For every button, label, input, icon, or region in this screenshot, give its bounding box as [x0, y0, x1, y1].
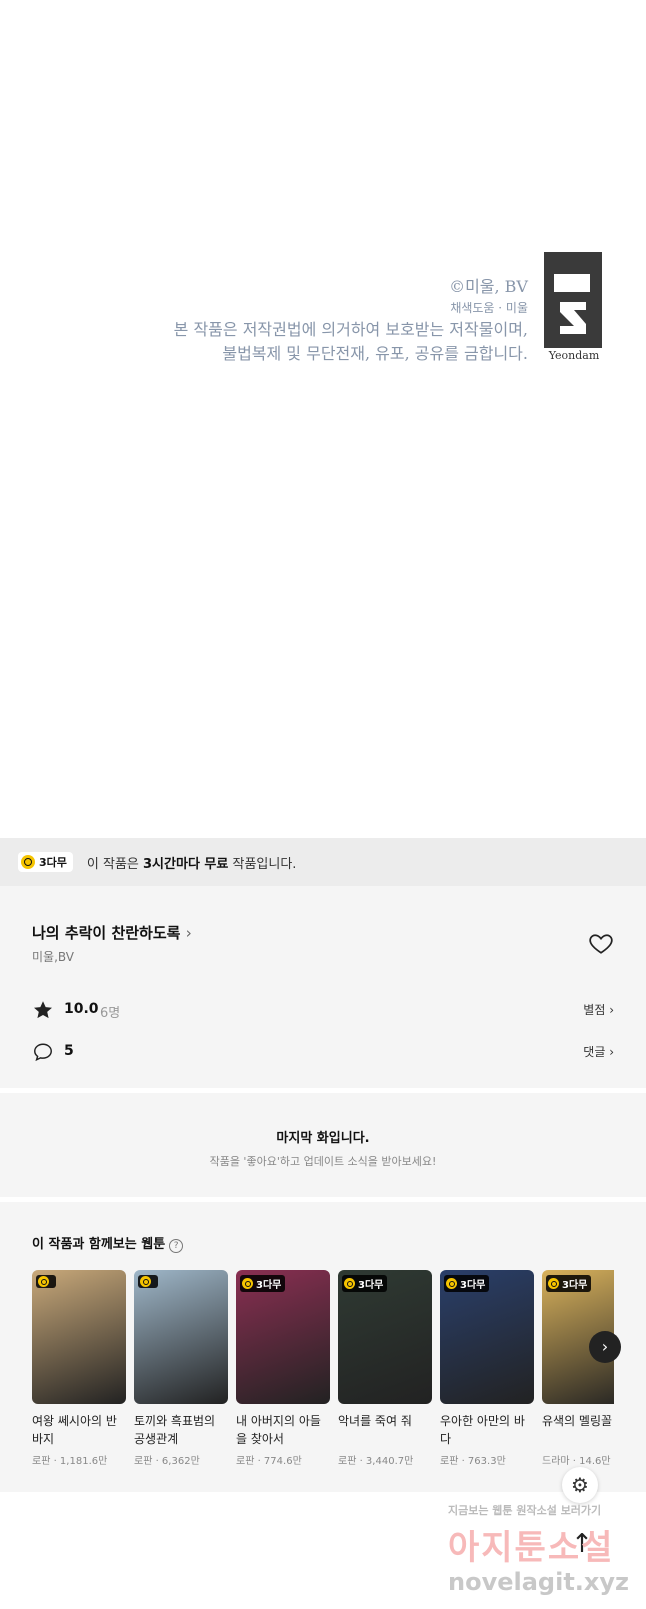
- free-badge: 3다무: [18, 852, 73, 872]
- recommendation-card[interactable]: 토끼와 흑표범의 공생관계로판 · 6,362만: [134, 1270, 228, 1467]
- notice-line-2: 불법복제 및 무단전재, 유포, 공유를 금합니다.: [222, 344, 528, 363]
- card-title: 악녀를 죽여 줘: [338, 1414, 412, 1428]
- recommendation-list: 여왕 쎄시아의 반바지 로판 · 1,181.6만 토끼와 흑표범의 공생관계 로판 …: [32, 1270, 614, 1480]
- clock-icon: [344, 1278, 355, 1289]
- clock-icon: [446, 1278, 457, 1289]
- recommendation-card[interactable]: 3다무유색의 멜링꼴드라마 · 14.6만: [542, 1270, 614, 1467]
- clock-icon: [242, 1278, 253, 1289]
- last-episode-panel: 마지막 화입니다. 작품을 '좋아요'하고 업데이트 소식을 받아보세요!: [0, 1093, 646, 1197]
- free-badge: 3다무: [546, 1275, 592, 1292]
- cover-thumbnail: 3다무: [338, 1270, 432, 1404]
- watermark-line-2: 아지툰소설: [448, 1528, 615, 1568]
- free-badge: 3다무: [444, 1275, 490, 1292]
- free-badge-label: 3다무: [39, 856, 67, 869]
- free-banner: 3다무 이 작품은 3시간마다 무료 작품입니다.: [0, 838, 646, 886]
- card-title: 유색의 멜링꼴: [542, 1414, 613, 1428]
- assist-credit: 채색도움 · 미울: [450, 301, 528, 315]
- watermark-line-1: 지금보는 웹툰 원작소설 보러가기: [448, 1504, 602, 1517]
- card-title: 내 아버지의 아들을 찾아서: [236, 1414, 321, 1446]
- cover-thumbnail: 3다무: [236, 1270, 330, 1404]
- rating-link[interactable]: 별점 ›: [583, 1001, 614, 1018]
- free-banner-text: 이 작품은 3시간마다 무료 작품입니다.: [86, 856, 297, 872]
- card-title: 우아한 아만의 바다: [440, 1414, 525, 1446]
- card-title: 토끼와 흑표범의 공생관계: [134, 1414, 216, 1446]
- last-episode-title: 마지막 화입니다.: [276, 1131, 370, 1146]
- work-title: 나의 추락이 찬란하도록: [32, 924, 181, 942]
- clock-icon: [548, 1278, 559, 1289]
- card-meta: 로판 · 763.3만: [440, 1456, 506, 1467]
- gear-icon[interactable]: ⚙: [562, 1467, 598, 1503]
- chevron-right-icon: ›: [185, 924, 192, 942]
- chevron-right-icon[interactable]: ›: [589, 1331, 621, 1363]
- cover-thumbnail: [32, 1270, 126, 1404]
- work-author: 미울,BV: [32, 950, 74, 964]
- comment-link[interactable]: 댓글 ›: [583, 1043, 614, 1060]
- recommendation-card[interactable]: 3다무악녀를 죽여 줘로판 · 3,440.7만: [338, 1270, 432, 1467]
- publisher-logo: [544, 252, 602, 348]
- cover-thumbnail: 3다무: [440, 1270, 534, 1404]
- card-meta: 로판 · 774.6만: [236, 1456, 302, 1467]
- publisher-logo-text: Yeondam: [548, 349, 600, 362]
- clock-icon: [38, 1276, 49, 1287]
- card-meta: 로판 · 1,181.6만: [32, 1456, 108, 1467]
- recommendation-title: 이 작품과 함께보는 웹툰?: [32, 1233, 184, 1253]
- rating-score: 10.0: [64, 1001, 99, 1017]
- card-meta: 로판 · 3,440.7만: [338, 1456, 414, 1467]
- card-title: 여왕 쎄시아의 반바지: [32, 1414, 117, 1446]
- clock-icon: [21, 855, 35, 869]
- comment-icon: [32, 1041, 54, 1067]
- rating-count: 6명: [100, 1006, 121, 1021]
- notice-line-1: 본 작품은 저작권법에 의거하여 보호받는 저작물이며,: [173, 320, 528, 339]
- free-badge: [36, 1275, 56, 1288]
- copyright-notice: ©미울, BV 채색도움 · 미울 본 작품은 저작권법에 의거하여 보호받는 …: [174, 276, 528, 366]
- copyright-text: ©미울, BV: [449, 277, 528, 296]
- heart-icon[interactable]: [588, 930, 614, 956]
- last-episode-subtitle: 작품을 '좋아요'하고 업데이트 소식을 받아보세요!: [209, 1155, 437, 1168]
- free-badge: 3다무: [240, 1275, 286, 1292]
- card-meta: 드라마 · 14.6만: [542, 1456, 611, 1467]
- help-icon[interactable]: ?: [169, 1239, 184, 1253]
- free-badge: 3다무: [342, 1275, 388, 1292]
- work-title-link[interactable]: 나의 추락이 찬란하도록 ›: [32, 922, 192, 943]
- free-banner-highlight: 3시간마다 무료: [143, 856, 229, 872]
- work-info-panel: [0, 886, 646, 1088]
- recommendation-card[interactable]: 3다무우아한 아만의 바다로판 · 763.3만: [440, 1270, 534, 1467]
- recommendation-card[interactable]: 3다무내 아버지의 아들을 찾아서로판 · 774.6만: [236, 1270, 330, 1467]
- free-badge: [138, 1275, 158, 1288]
- recommendation-card[interactable]: 여왕 쎄시아의 반바지로판 · 1,181.6만: [32, 1270, 126, 1467]
- card-meta: 로판 · 6,362만: [134, 1456, 200, 1467]
- watermark-line-3: novelagit.xyz: [448, 1568, 630, 1596]
- cover-thumbnail: [134, 1270, 228, 1404]
- comment-count: 5: [64, 1043, 74, 1059]
- clock-icon: [140, 1276, 151, 1287]
- star-icon: [32, 999, 54, 1025]
